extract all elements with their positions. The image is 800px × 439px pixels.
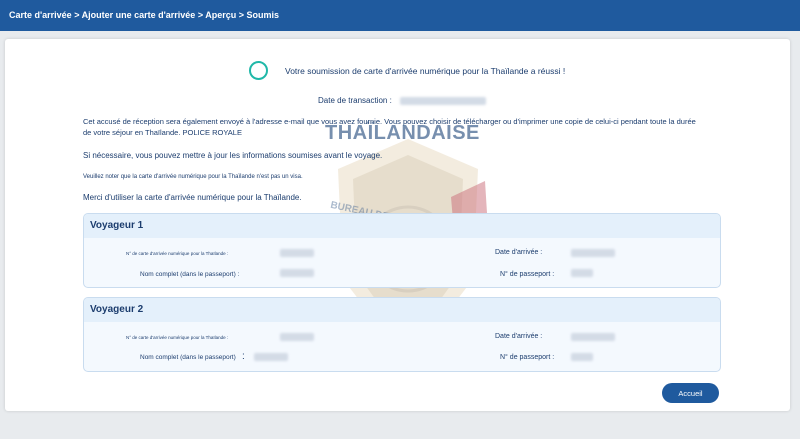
visa-notice: Veuillez noter que la carte d'arrivée nu… xyxy=(83,174,303,180)
breadcrumb-preview[interactable]: Aperçu xyxy=(205,10,236,20)
breadcrumb-separator: > xyxy=(71,10,82,20)
breadcrumb-arrival-card[interactable]: Carte d'arrivée xyxy=(9,10,72,20)
traveler-title: Voyageur 2 xyxy=(84,298,720,322)
arrival-date-label: Date d'arrivée : xyxy=(495,333,543,340)
full-name-colon: : xyxy=(242,351,245,362)
thanks-message: Merci d'utiliser la carte d'arrivée numé… xyxy=(83,193,302,202)
page-footer-area xyxy=(0,415,800,439)
traveler-panel-2: Voyageur 2 N° de carte d'arrivée numériq… xyxy=(83,297,721,372)
traveler-title: Voyageur 1 xyxy=(84,214,720,238)
passport-label: N° de passeport : xyxy=(500,271,555,278)
success-banner: Votre soumission de carte d'arrivée numé… xyxy=(249,61,565,80)
passport-redacted xyxy=(571,353,593,361)
update-notice: Si nécessaire, vous pouvez mettre à jour… xyxy=(83,151,383,160)
transaction-date-label: Date de transaction : xyxy=(318,96,392,105)
breadcrumb-separator: > xyxy=(195,10,206,20)
passport-redacted xyxy=(571,269,593,277)
breadcrumb-bar: Carte d'arrivée > Ajouter une carte d'ar… xyxy=(0,0,800,31)
breadcrumb-separator: > xyxy=(236,10,247,20)
transaction-date-redacted xyxy=(400,96,487,105)
transaction-date-row: Date de transaction : xyxy=(318,96,487,105)
breadcrumb-submitted: Soumis xyxy=(246,10,280,20)
arrival-date-redacted xyxy=(571,333,615,341)
card-number-redacted xyxy=(280,249,314,257)
breadcrumb-add-card[interactable]: Ajouter une carte d'arrivée xyxy=(82,10,196,20)
full-name-redacted xyxy=(254,353,288,361)
success-message: Votre soumission de carte d'arrivée numé… xyxy=(285,65,566,76)
home-button[interactable]: Accueil xyxy=(662,383,719,403)
card-number-label: N° de carte d'arrivée numérique pour la … xyxy=(126,335,229,340)
full-name-label: Nom complet (dans le passeport) xyxy=(140,354,236,361)
traveler-panel-1: Voyageur 1 N° de carte d'arrivée numériq… xyxy=(83,213,721,288)
card-number-label: N° de carte d'arrivée numérique pour la … xyxy=(126,251,229,256)
receipt-card: THAÏLANDAISE BUREAU DE L'IMMIGRATION Vot… xyxy=(5,39,790,411)
passport-label: N° de passeport : xyxy=(500,354,555,361)
full-name-redacted xyxy=(280,269,314,277)
success-circle-icon xyxy=(249,61,268,80)
receipt-notice: Cet accusé de réception sera également e… xyxy=(83,117,696,137)
card-number-redacted xyxy=(280,333,314,341)
full-name-label: Nom complet (dans le passeport) : xyxy=(140,271,240,278)
arrival-date-redacted xyxy=(571,249,615,257)
arrival-date-label: Date d'arrivée : xyxy=(495,249,543,256)
